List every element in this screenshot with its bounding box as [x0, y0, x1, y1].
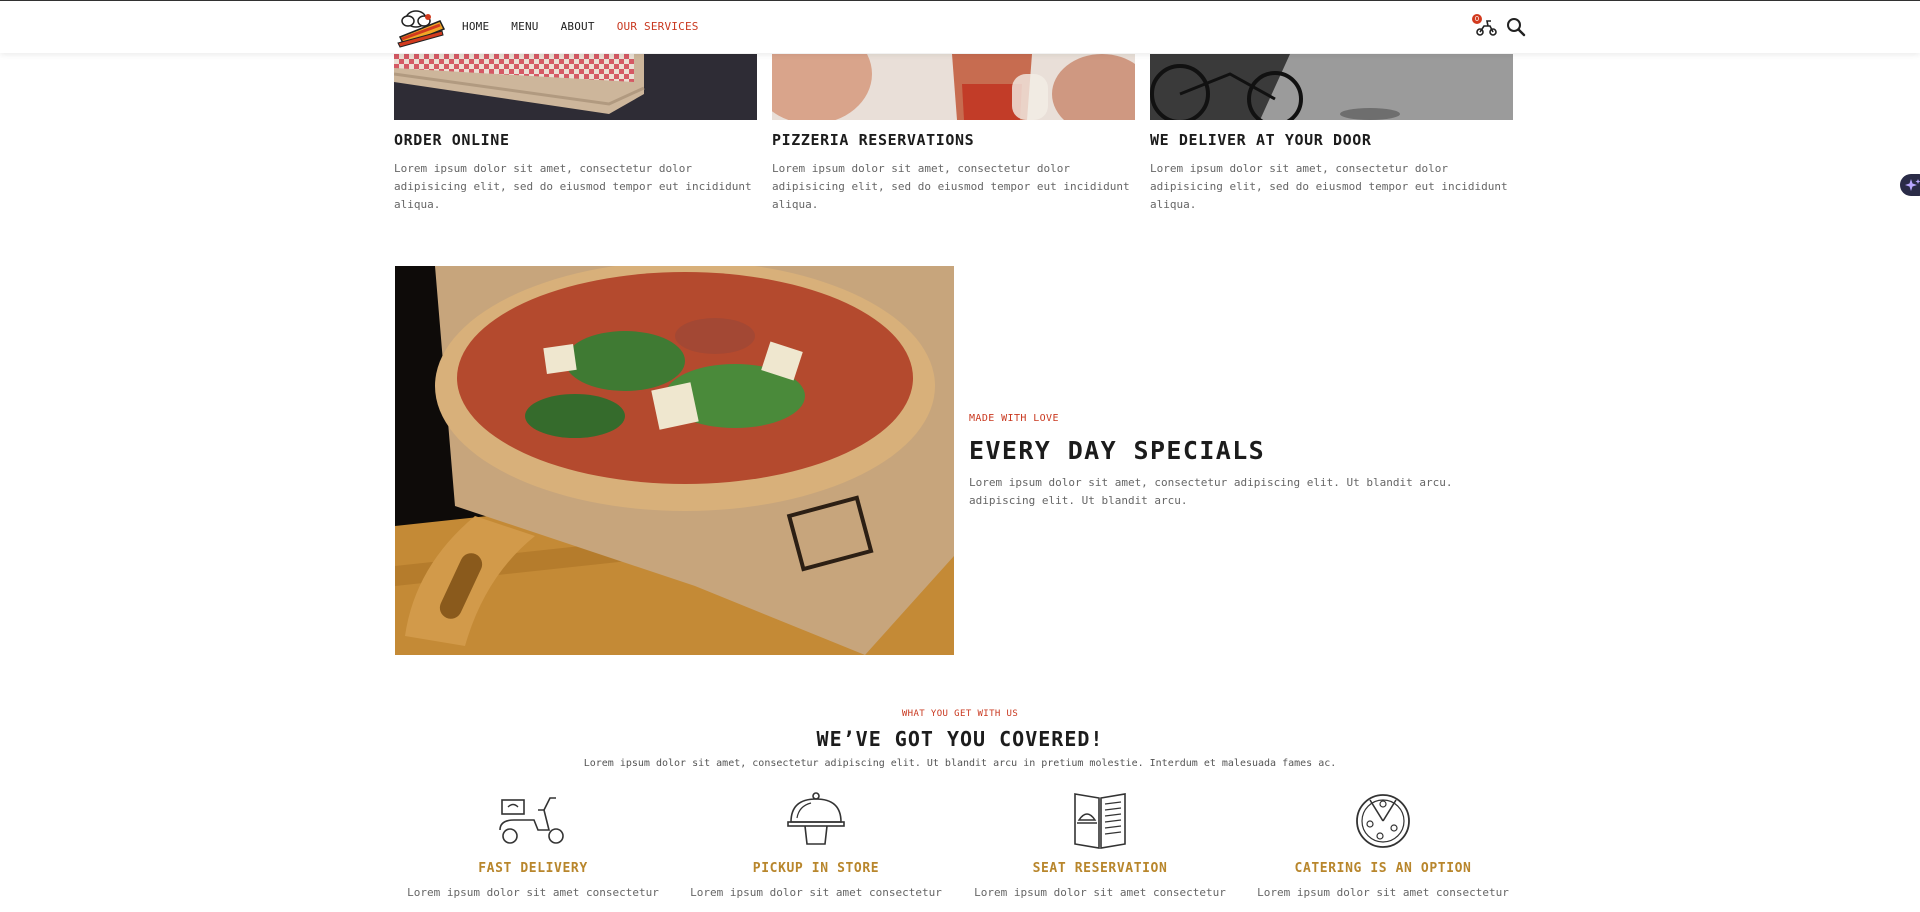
pizzeria-reservations-image: [772, 54, 1135, 120]
cloche-icon: [787, 792, 845, 845]
search-icon[interactable]: [1506, 17, 1526, 37]
feature-catering: CATERING IS AN OPTION Lorem ipsum dolor …: [1243, 790, 1523, 899]
covered-title: WE’VE GOT YOU COVERED!: [816, 727, 1104, 751]
pizza-logo[interactable]: [394, 7, 448, 49]
site-header: HOME MENU ABOUT OUR SERVICES 0: [0, 1, 1920, 53]
feature-fast-delivery: FAST DELIVERY Lorem ipsum dolor sit amet…: [393, 790, 673, 899]
feature-title: SEAT RESERVATION: [1032, 861, 1168, 876]
sparkle-icon: [1905, 179, 1920, 191]
service-title-delivery: WE DELIVER AT YOUR DOOR: [1150, 131, 1372, 149]
service-text-order-online: Lorem ipsum dolor sit amet, consectetur …: [394, 162, 752, 211]
feature-text: Lorem ipsum dolor sit amet consectetur: [407, 886, 659, 899]
feature-title: CATERING IS AN OPTION: [1294, 861, 1472, 876]
feature-text: Lorem ipsum dolor sit amet consectetur: [690, 886, 942, 899]
feature-text: Lorem ipsum dolor sit amet consectetur: [974, 886, 1226, 899]
feature-seat-reservation: SEAT RESERVATION Lorem ipsum dolor sit a…: [960, 790, 1240, 899]
menu-book-icon: [1074, 793, 1126, 849]
service-title-reservations: PIZZERIA RESERVATIONS: [772, 131, 975, 149]
pizza-photo: [395, 266, 954, 655]
scooter-icon: [499, 797, 564, 844]
cart-count-badge: 0: [1472, 14, 1482, 24]
delivery-image: [1150, 54, 1513, 120]
nav-menu[interactable]: MENU: [511, 20, 538, 33]
service-title-order-online: ORDER ONLINE: [394, 131, 510, 149]
nav-home[interactable]: HOME: [462, 20, 489, 33]
covered-eyebrow: WHAT YOU GET WITH US: [901, 709, 1019, 719]
covered-text: Lorem ipsum dolor sit amet, consectetur …: [583, 758, 1337, 769]
pizza-icon: [1356, 794, 1410, 848]
service-text-delivery: Lorem ipsum dolor sit amet, consectetur …: [1150, 162, 1508, 211]
nav-about[interactable]: ABOUT: [561, 20, 595, 33]
feature-title: PICKUP IN STORE: [752, 861, 880, 876]
feature-title: FAST DELIVERY: [478, 861, 588, 876]
feature-text: Lorem ipsum dolor sit amet consectetur: [1257, 886, 1509, 899]
specials-eyebrow: MADE WITH LOVE: [969, 413, 1059, 424]
feature-pickup-in-store: PICKUP IN STORE Lorem ipsum dolor sit am…: [676, 790, 956, 899]
service-text-reservations: Lorem ipsum dolor sit amet, consectetur …: [772, 162, 1130, 211]
specials-text: Lorem ipsum dolor sit amet, consectetur …: [969, 476, 1453, 507]
nav-our-services[interactable]: OUR SERVICES: [617, 20, 699, 33]
main-nav: HOME MENU ABOUT OUR SERVICES: [462, 20, 721, 33]
assistant-sparkle-button[interactable]: [1900, 174, 1920, 196]
order-online-image: [394, 54, 757, 120]
specials-title: EVERY DAY SPECIALS: [969, 436, 1266, 465]
